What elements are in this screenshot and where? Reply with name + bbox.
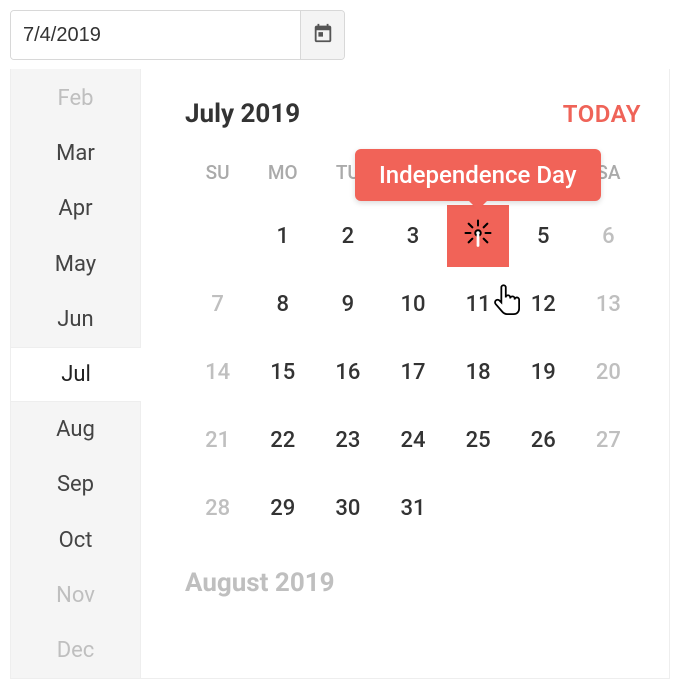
- day-empty: [446, 474, 511, 542]
- weekday-label: WE: [380, 161, 445, 202]
- day-cell[interactable]: 5: [511, 202, 576, 270]
- weekday-label: SA: [576, 161, 641, 202]
- weekday-label: FR: [511, 161, 576, 202]
- date-input[interactable]: [11, 11, 300, 59]
- day-cell[interactable]: 16: [315, 338, 380, 406]
- day-empty: [511, 474, 576, 542]
- weekday-label: SU: [185, 161, 250, 202]
- day-cell[interactable]: 14: [185, 338, 250, 406]
- day-cell[interactable]: 25: [446, 406, 511, 474]
- day-empty: [185, 202, 250, 270]
- day-selected[interactable]: [447, 205, 509, 267]
- week-row: 21222324252627: [185, 406, 641, 474]
- day-cell[interactable]: 22: [250, 406, 315, 474]
- day-cell[interactable]: 18: [446, 338, 511, 406]
- day-cell[interactable]: 23: [315, 406, 380, 474]
- day-cell[interactable]: 13: [576, 270, 641, 338]
- datepicker-popup: FebMarAprMayJunJulAugSepOctNovDec July 2…: [10, 69, 670, 679]
- day-cell[interactable]: 26: [511, 406, 576, 474]
- day-empty: [576, 474, 641, 542]
- calendar-header: July 2019 TODAY: [185, 99, 641, 129]
- month-rail-item[interactable]: Feb: [11, 71, 140, 126]
- day-cell[interactable]: 3: [380, 202, 445, 270]
- month-rail-item[interactable]: Sep: [11, 457, 140, 512]
- day-cell[interactable]: 1: [250, 202, 315, 270]
- month-rail-item[interactable]: Apr: [11, 181, 140, 236]
- month-rail-item[interactable]: Aug: [11, 402, 140, 457]
- day-cell[interactable]: 31: [380, 474, 445, 542]
- weekday-label: TU: [315, 161, 380, 202]
- day-cell[interactable]: 27: [576, 406, 641, 474]
- day-cell[interactable]: 29: [250, 474, 315, 542]
- calendar-grid: 1235678910111213141516171819202122232425…: [185, 202, 641, 542]
- month-title: July 2019: [185, 99, 300, 129]
- calendar-icon: [312, 22, 334, 48]
- day-cell[interactable]: 2: [315, 202, 380, 270]
- day-cell[interactable]: 7: [185, 270, 250, 338]
- day-cell[interactable]: 9: [315, 270, 380, 338]
- day-cell[interactable]: 15: [250, 338, 315, 406]
- weekday-header: SUMOTUWETHFRSA: [185, 161, 641, 202]
- next-month-title: August 2019: [185, 568, 641, 598]
- month-rail-item[interactable]: Jun: [11, 292, 140, 347]
- month-rail-item[interactable]: Dec: [11, 623, 140, 678]
- month-rail-item[interactable]: Nov: [11, 568, 140, 623]
- month-rail-item[interactable]: May: [11, 237, 140, 292]
- week-row: 12356: [185, 202, 641, 270]
- day-cell[interactable]: 12: [511, 270, 576, 338]
- week-row: 14151617181920: [185, 338, 641, 406]
- fireworks-icon: [463, 218, 493, 254]
- day-cell[interactable]: 28: [185, 474, 250, 542]
- week-row: 28293031: [185, 474, 641, 542]
- day-cell[interactable]: 30: [315, 474, 380, 542]
- day-cell[interactable]: 10: [380, 270, 445, 338]
- day-cell[interactable]: 21: [185, 406, 250, 474]
- week-row: 78910111213: [185, 270, 641, 338]
- day-cell[interactable]: 19: [511, 338, 576, 406]
- month-rail-item[interactable]: Oct: [11, 513, 140, 568]
- month-rail-item[interactable]: Mar: [11, 126, 140, 181]
- day-cell[interactable]: 8: [250, 270, 315, 338]
- calendar-main: July 2019 TODAY SUMOTUWETHFRSA 123567891…: [141, 69, 669, 678]
- day-cell[interactable]: 20: [576, 338, 641, 406]
- day-cell[interactable]: 6: [576, 202, 641, 270]
- today-button[interactable]: TODAY: [563, 100, 641, 128]
- month-rail-item[interactable]: Jul: [11, 347, 141, 402]
- date-input-wrapper: [10, 10, 345, 60]
- weekday-label: TH: [446, 161, 511, 202]
- day-cell[interactable]: 17: [380, 338, 445, 406]
- day-cell[interactable]: 11: [446, 270, 511, 338]
- month-rail[interactable]: FebMarAprMayJunJulAugSepOctNovDec: [11, 69, 141, 678]
- day-cell[interactable]: 24: [380, 406, 445, 474]
- open-calendar-button[interactable]: [300, 11, 344, 59]
- weekday-label: MO: [250, 161, 315, 202]
